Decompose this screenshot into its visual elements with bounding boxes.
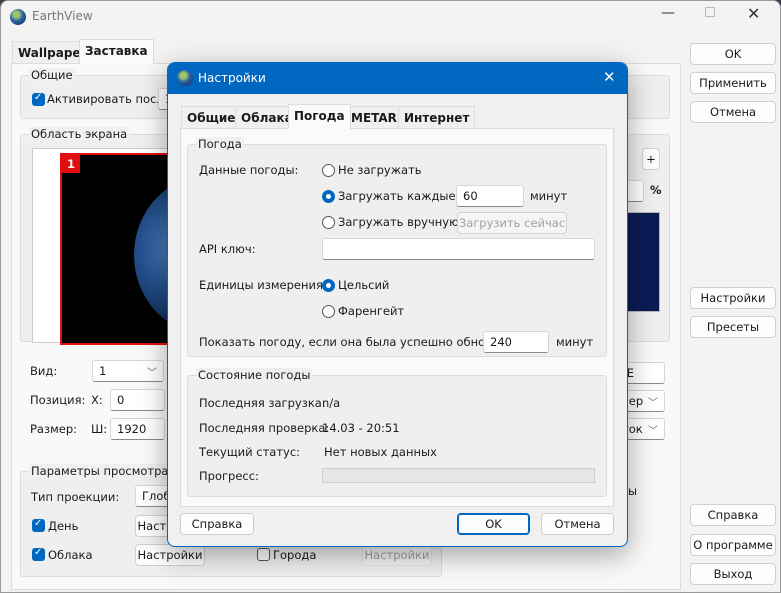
cities-label: Города (273, 548, 317, 562)
dialog-help-button[interactable]: Справка (180, 513, 254, 535)
last-check-label: Последняя проверка: (199, 421, 330, 435)
dialog-globe-icon (177, 70, 193, 86)
cities-checkbox[interactable] (257, 548, 270, 561)
x-input[interactable]: 0 (110, 389, 165, 411)
position-label: Позиция: (30, 393, 86, 407)
no-load-label: Не загружать (338, 163, 422, 177)
monitor-number-badge: 1 (62, 155, 80, 173)
tab-internet[interactable]: Интернет (398, 106, 476, 129)
chevron-down-icon: ﹀ (648, 398, 658, 409)
dialog-title: Настройки (198, 71, 266, 85)
day-label: День (48, 519, 79, 533)
group-weather: Погода Данные погоды: Не загружать Загру… (187, 137, 607, 357)
load-every-label: Загружать каждые: (338, 189, 460, 203)
screen-preview: 1 (32, 148, 178, 345)
weather-data-label: Данные погоды: (199, 163, 299, 177)
tab-general[interactable]: Общие (181, 106, 242, 129)
dialog-ok-button[interactable]: OK (457, 513, 530, 535)
radio-load-every[interactable] (322, 190, 335, 203)
interval-minutes-label: минут (530, 189, 568, 203)
activate-label: Активировать после (47, 92, 171, 106)
units-label: Единицы измерения: (199, 278, 327, 292)
width-label: Ш: (91, 422, 108, 436)
partial-text: ы (628, 484, 638, 498)
day-checkbox[interactable] (32, 518, 45, 532)
tab-screensaver[interactable]: Заставка (79, 39, 154, 64)
monitor-preview[interactable]: 1 (60, 153, 178, 345)
dialog-cancel-button[interactable]: Отмена (541, 513, 614, 535)
last-check-value: 14.03 - 20:51 (322, 421, 400, 435)
clouds-settings-button[interactable]: Настройки (135, 544, 205, 566)
clouds-checkbox[interactable] (32, 547, 45, 561)
api-key-input[interactable] (322, 238, 595, 260)
apply-button[interactable]: Применить (690, 72, 776, 94)
cities-settings-button[interactable]: Настройки (362, 544, 432, 566)
title-bar: EarthView — ✕ (1, 1, 780, 33)
window-title: EarthView (32, 9, 93, 23)
api-key-label: API ключ: (199, 242, 256, 256)
tab-metar[interactable]: METAR (345, 106, 403, 129)
group-view-params-label: Параметры просмотра (29, 464, 171, 478)
cancel-button[interactable]: Отмена (690, 101, 776, 123)
chevron-down-icon: ﹀ (648, 426, 658, 437)
dialog-close-icon[interactable]: ✕ (603, 68, 616, 86)
group-weather-status: Состояние погоды Последняя загрузка: n/a… (187, 368, 607, 497)
radio-fahrenheit[interactable] (322, 305, 335, 318)
size-label: Размер: (30, 422, 78, 436)
projection-label: Тип проекции: (31, 490, 120, 504)
chevron-down-icon: ﹀ (147, 368, 157, 379)
progress-bar (322, 468, 595, 483)
presets-button[interactable]: Пресеты (690, 316, 776, 338)
x-label: X: (91, 393, 103, 407)
current-status-value: Нет новых данных (324, 445, 437, 459)
view-value: 1 (99, 364, 107, 378)
settings-dialog: Настройки ✕ Общие Облака Погода METAR Ин… (167, 62, 628, 547)
show-weather-label: Показать погоду, если она была успешно о… (199, 335, 521, 349)
radio-celsius[interactable] (322, 279, 335, 292)
group-screen-area-label: Область экрана (29, 127, 130, 141)
help-button[interactable]: Справка (690, 504, 776, 526)
radio-manual[interactable] (322, 216, 335, 229)
minimize-icon[interactable]: — (661, 5, 675, 21)
app-globe-icon (10, 9, 26, 25)
manual-label: Загружать вручную (338, 215, 459, 229)
add-button[interactable]: + (642, 148, 660, 170)
about-button[interactable]: О программе (690, 534, 776, 556)
progress-label: Прогресс: (199, 469, 259, 483)
ok-button[interactable]: OK (690, 43, 776, 65)
fahrenheit-label: Фаренгейт (338, 304, 405, 318)
group-general-label: Общие (29, 68, 75, 82)
maximize-icon[interactable] (705, 7, 715, 17)
activate-checkbox[interactable] (32, 92, 45, 106)
exit-button[interactable]: Выход (690, 563, 776, 585)
view-dropdown[interactable]: 1 ﹀ (92, 360, 164, 382)
dialog-title-bar: Настройки ✕ (168, 63, 627, 94)
interval-input[interactable]: 60 (456, 185, 524, 207)
group-weather-label: Погода (196, 137, 244, 151)
close-icon[interactable]: ✕ (747, 4, 760, 23)
show-weather-input[interactable]: 240 (483, 331, 549, 353)
show-minutes-label: минут (556, 335, 594, 349)
last-load-value: n/a (322, 396, 341, 410)
load-now-button[interactable]: Загрузить сейчас (457, 212, 567, 234)
group-status-label: Состояние погоды (196, 368, 313, 382)
tab-weather[interactable]: Погода (288, 104, 351, 129)
width-input[interactable]: 1920 (110, 418, 165, 440)
radio-no-load[interactable] (322, 164, 335, 177)
settings-button[interactable]: Настройки (690, 287, 776, 309)
current-status-label: Текущий статус: (199, 445, 301, 459)
clouds-label: Облака (48, 548, 93, 562)
percent-label: % (650, 183, 662, 197)
view-label: Вид: (30, 364, 58, 378)
celsius-label: Цельсий (338, 278, 390, 292)
last-load-label: Последняя загрузка: (199, 396, 326, 410)
